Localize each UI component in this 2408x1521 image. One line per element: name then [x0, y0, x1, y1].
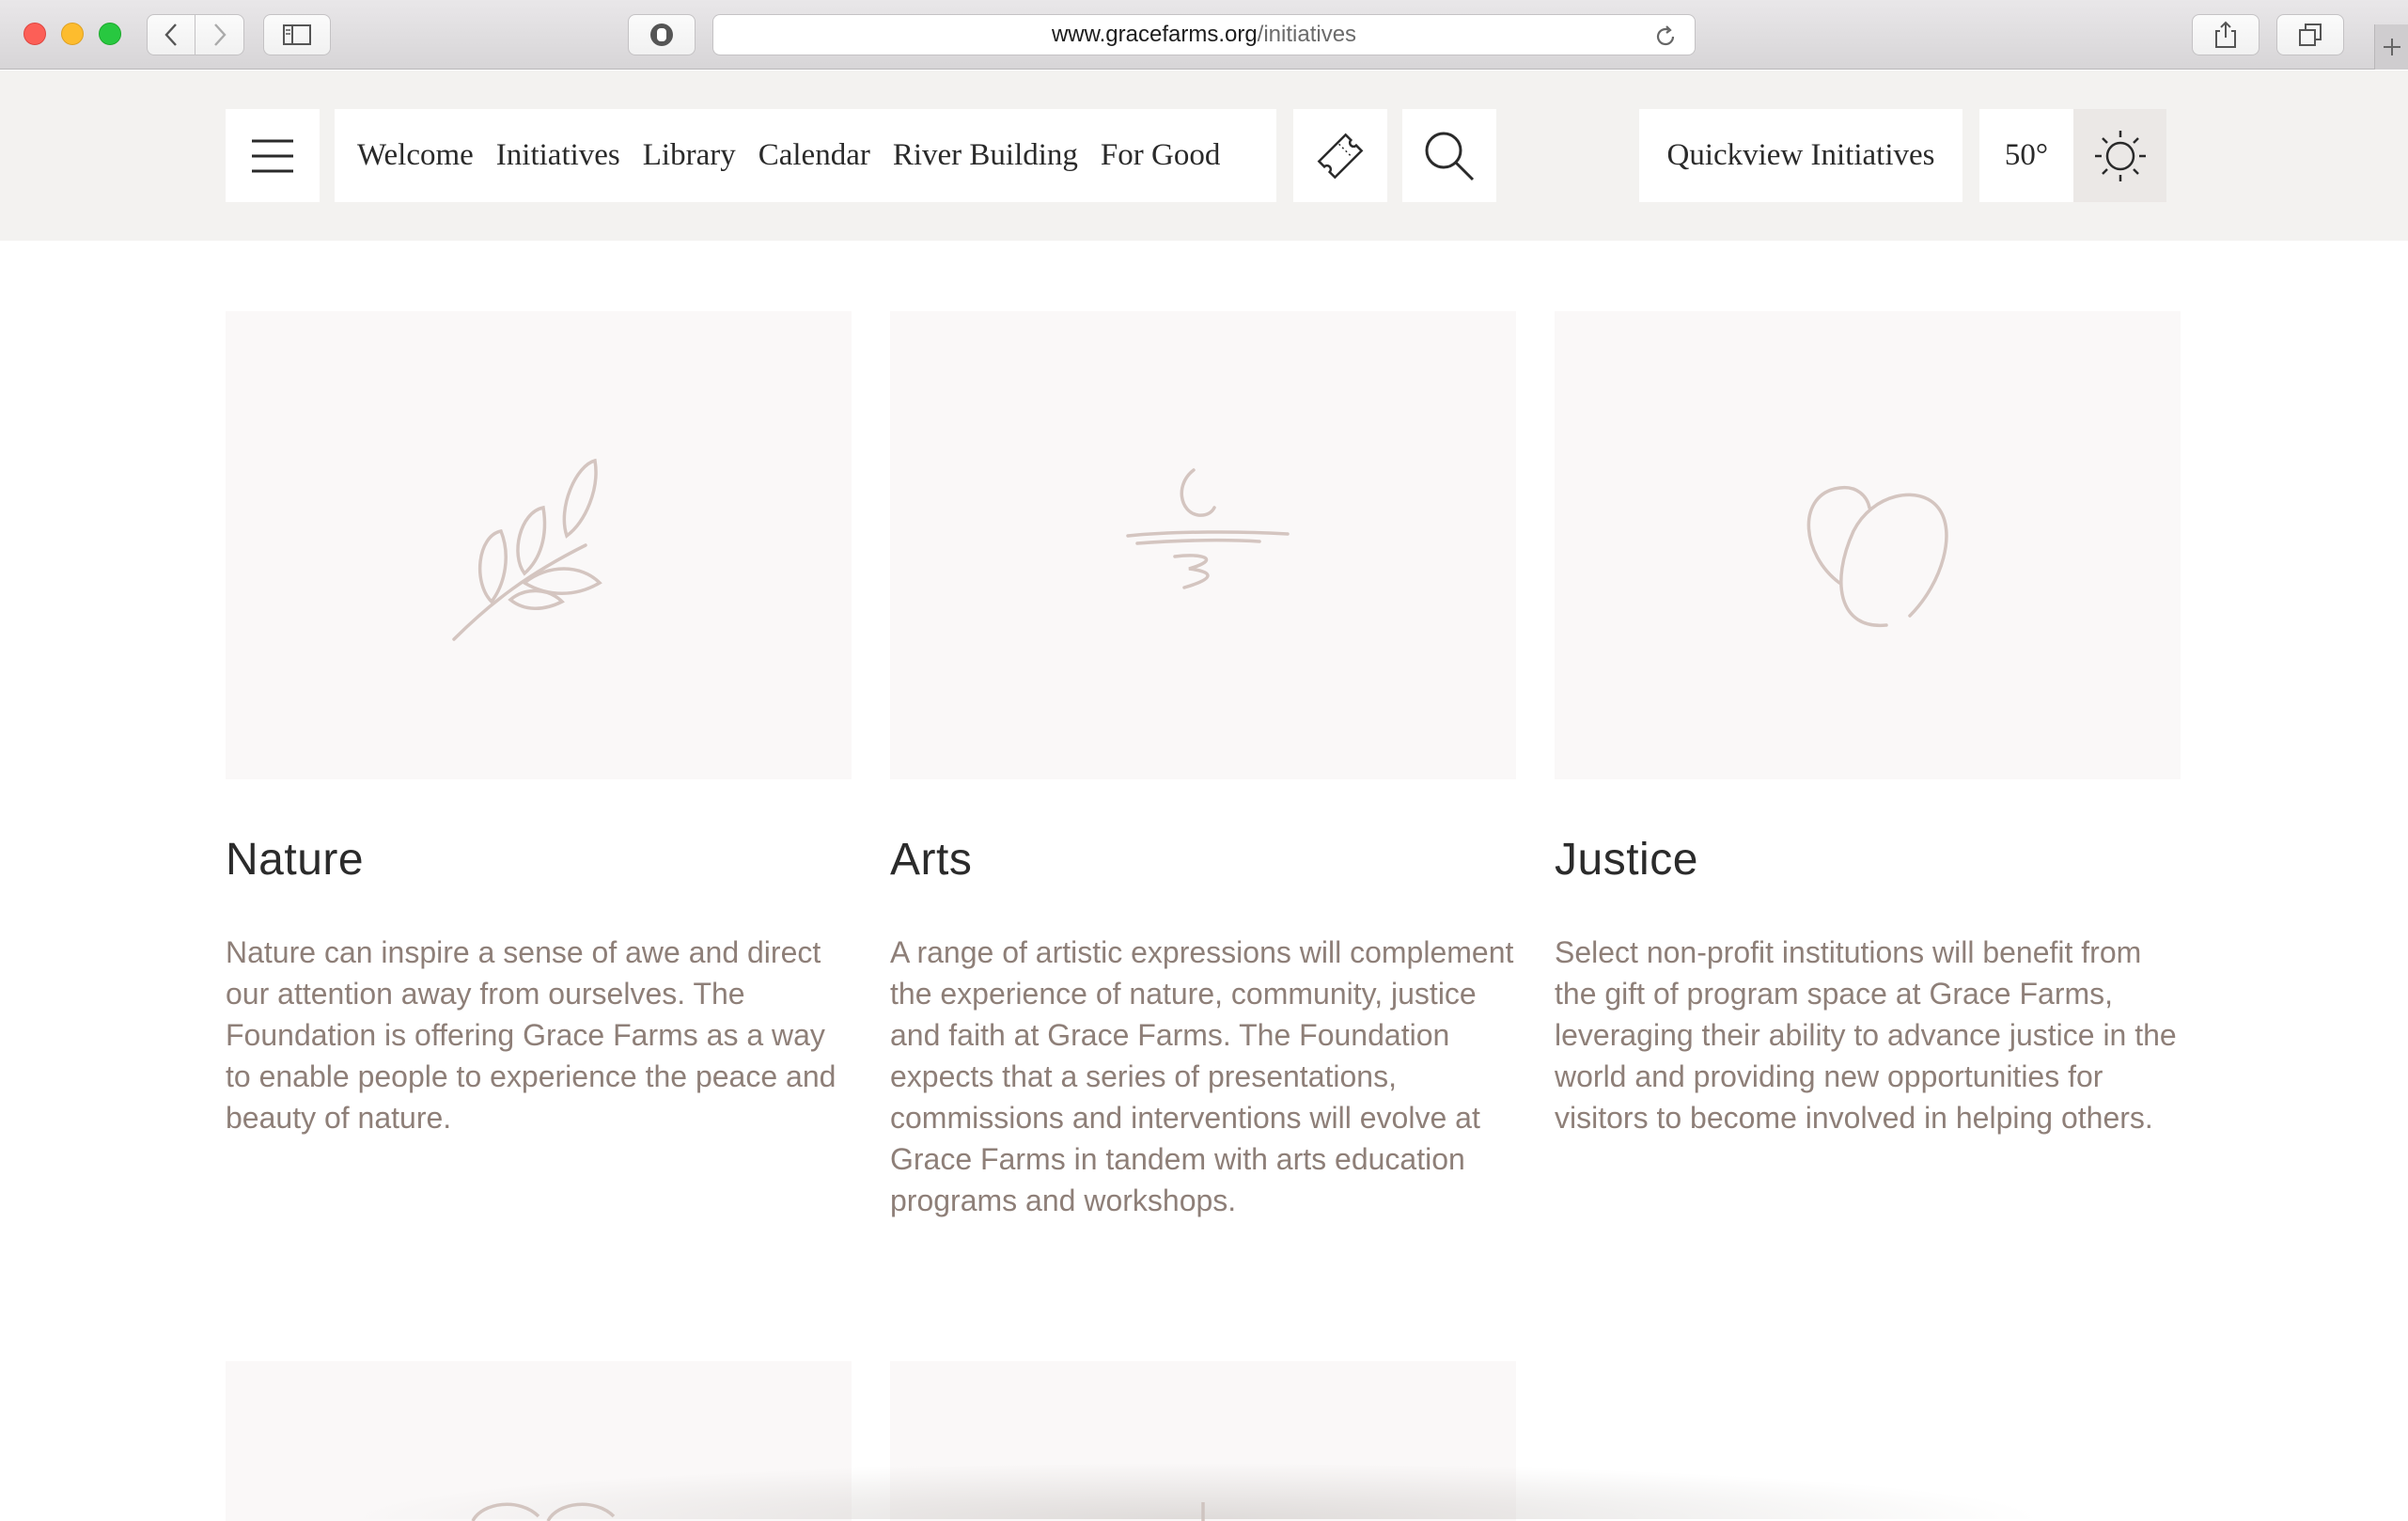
back-icon [164, 24, 177, 46]
minimize-window-button[interactable] [61, 23, 84, 45]
initiative-card-nature[interactable]: Nature Nature can inspire a sense of awe… [226, 311, 852, 1135]
privacy-report-button[interactable] [628, 14, 696, 55]
address-bar[interactable]: www.gracefarms.org/initiatives [712, 14, 1696, 55]
url-path: /initiatives [1257, 22, 1357, 47]
url-host: www.gracefarms.org [1051, 22, 1258, 47]
quickview-label: Quickview Initiatives [1666, 138, 1935, 172]
nav-calendar[interactable]: Calendar [758, 138, 870, 173]
show-tabs-button[interactable] [2276, 14, 2344, 55]
nav-initiatives[interactable]: Initiatives [496, 138, 620, 173]
share-button[interactable] [2192, 14, 2259, 55]
tabs-icon [2299, 24, 2322, 46]
arts-brush-icon [1126, 468, 1290, 589]
partial-mark-icon [1201, 1502, 1205, 1521]
initiative-card-justice[interactable]: Justice Select non-profit institutions w… [1555, 311, 2181, 1135]
new-tab-icon [2383, 39, 2400, 55]
maximize-window-button[interactable] [99, 23, 121, 45]
sidebar-toggle-button[interactable] [263, 14, 331, 55]
search-button[interactable] [1402, 109, 1496, 202]
site-header: Welcome Initiatives Library Calendar Riv… [0, 71, 2408, 241]
reload-icon[interactable] [1653, 24, 1678, 49]
close-window-button[interactable] [23, 23, 46, 45]
arts-image [890, 311, 1516, 779]
share-icon [2215, 21, 2236, 48]
new-tab-button[interactable] [2374, 24, 2408, 70]
weather-button[interactable] [2073, 109, 2166, 202]
card-title[interactable]: Arts [890, 834, 972, 886]
leaf-branch-icon [452, 458, 602, 641]
nav-library[interactable]: Library [643, 138, 736, 173]
search-icon [1425, 132, 1475, 180]
sun-icon [2094, 130, 2146, 181]
hamburger-menu-icon [252, 139, 293, 172]
forward-icon [213, 24, 227, 46]
temperature-value: 50° [2004, 138, 2049, 172]
menu-button[interactable] [226, 109, 320, 202]
card-title[interactable]: Justice [1555, 834, 1698, 886]
nav-for-good[interactable]: For Good [1101, 138, 1220, 173]
back-button[interactable] [147, 14, 195, 55]
nature-image [226, 311, 852, 779]
justice-image [1555, 311, 2181, 779]
privacy-icon [650, 24, 673, 46]
forward-button[interactable] [195, 14, 244, 55]
nav-welcome[interactable]: Welcome [357, 138, 474, 173]
justice-circles-icon [1806, 485, 1948, 627]
tickets-button[interactable] [1293, 109, 1387, 202]
initiative-card-partial[interactable] [890, 1361, 1516, 1521]
card-description: Nature can inspire a sense of awe and di… [226, 935, 837, 1135]
card-description: Select non-profit institutions will bene… [1555, 935, 2177, 1135]
nav-river-building[interactable]: River Building [893, 138, 1078, 173]
card-title[interactable]: Nature [226, 834, 364, 886]
card-description: A range of artistic expressions will com… [890, 935, 1514, 1217]
initiative-card-partial[interactable] [226, 1361, 852, 1521]
quickview-initiatives-button[interactable]: Quickview Initiatives [1639, 109, 1962, 202]
temperature-display: 50° [1979, 109, 2073, 202]
main-nav: Welcome Initiatives Library Calendar Riv… [335, 109, 1276, 202]
ticket-icon [1317, 133, 1364, 179]
sidebar-icon [283, 24, 311, 45]
initiative-card-arts[interactable]: Arts A range of artistic expressions wil… [890, 311, 1516, 1217]
partial-circles-icon [471, 1502, 616, 1521]
browser-toolbar: www.gracefarms.org/initiatives [0, 0, 2408, 70]
